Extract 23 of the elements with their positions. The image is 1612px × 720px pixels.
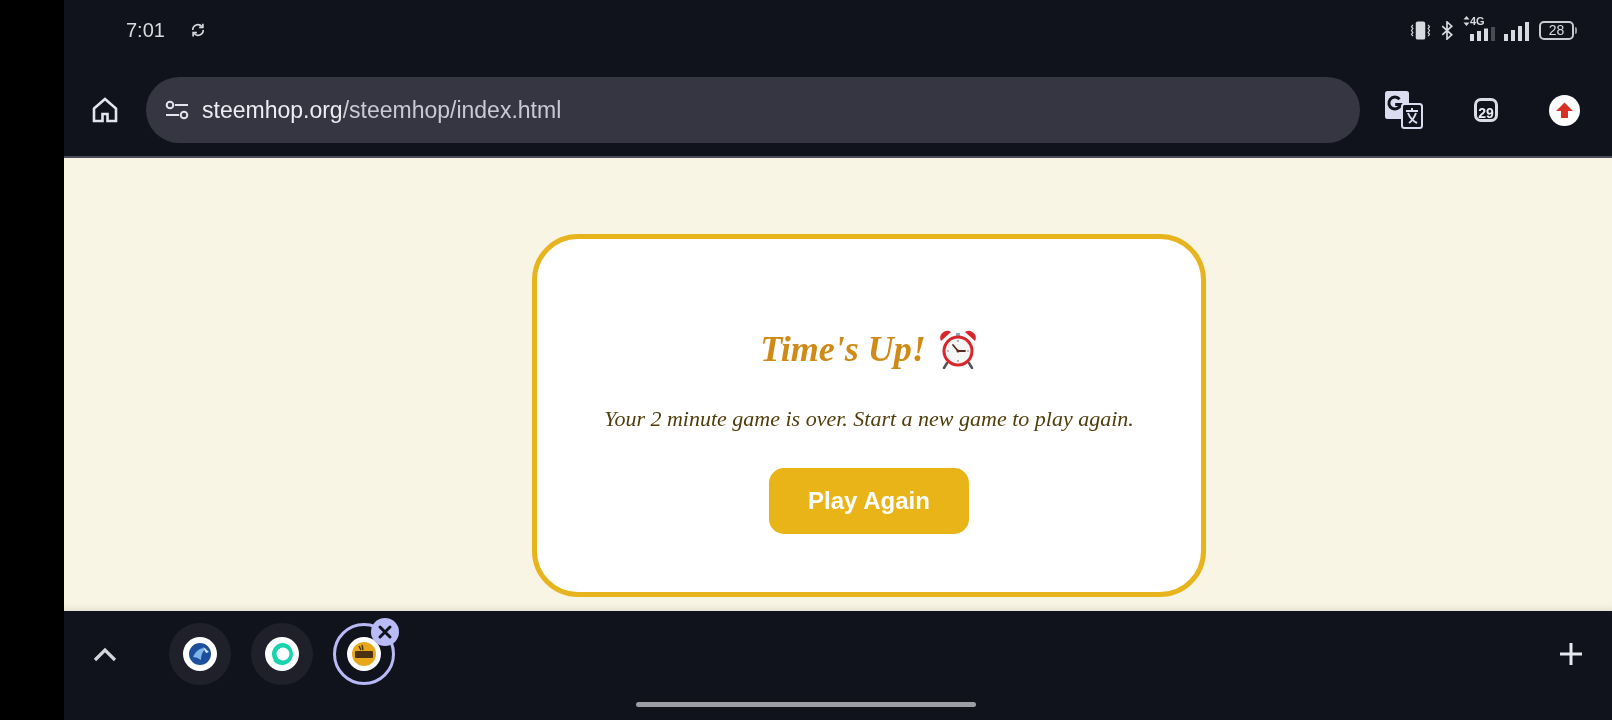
clock-time: 7:01 <box>126 18 165 42</box>
sliders-icon[interactable] <box>165 100 189 120</box>
alarm-clock-icon <box>937 329 978 369</box>
tab-switcher-button[interactable]: 29 <box>1474 98 1498 122</box>
url-text[interactable]: steemhop.org/steemhop/index.html <box>202 96 562 124</box>
coin-logo-icon <box>347 637 381 671</box>
data-arrows-icon <box>1463 16 1470 26</box>
chevron-up-icon[interactable] <box>93 646 117 662</box>
cell-signal-icon <box>1470 27 1496 41</box>
dialog-title: Time's Up! <box>760 328 926 371</box>
plus-icon[interactable] <box>1559 642 1583 666</box>
translate-icon[interactable] <box>1385 91 1423 129</box>
bluetooth-icon <box>1441 20 1453 40</box>
battery-indicator: 28 <box>1539 20 1574 40</box>
swirl-logo-icon <box>183 637 217 671</box>
vibrate-icon <box>1410 20 1431 40</box>
home-icon[interactable] <box>92 97 118 123</box>
address-bar[interactable]: steemhop.org/steemhop/index.html <box>146 77 1360 143</box>
network-type: 4G <box>1470 16 1485 27</box>
chat-bubble-icon <box>265 637 299 671</box>
close-icon[interactable] <box>371 618 399 646</box>
signal-bars-icon <box>1504 21 1529 41</box>
dialog-message: Your 2 minute game is over. Start a new game to play again. <box>604 405 1134 433</box>
